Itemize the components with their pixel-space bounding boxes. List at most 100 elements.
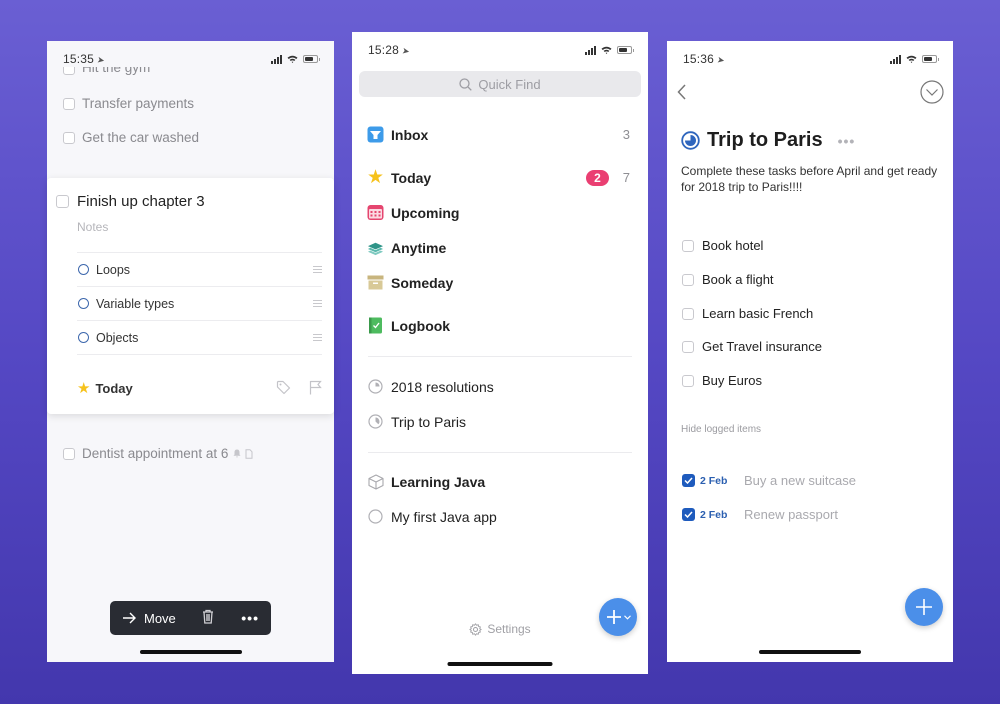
phone-task-editor: 15:35 ➤ Hit the gym Transfer payments Get… <box>47 41 334 662</box>
checklist-label: Variable types <box>96 296 175 311</box>
task-row[interactable]: Book a flight <box>682 272 774 287</box>
checkbox[interactable] <box>682 239 694 252</box>
sidebar-item-label: Anytime <box>391 239 447 256</box>
sidebar-item-project[interactable]: Trip to Paris <box>367 413 630 430</box>
checkbox[interactable] <box>682 273 694 286</box>
signal-icon <box>271 54 282 64</box>
checkmark-icon <box>684 511 693 518</box>
checked-checkbox[interactable] <box>682 474 695 487</box>
task-row[interactable]: Dentist appointment at 6 <box>63 446 253 461</box>
checkbox[interactable] <box>63 67 75 75</box>
phone-sidebar: 15:28 ➤ Quick Find Inbox 3 ★ Today 2 7 Up… <box>352 32 648 674</box>
sidebar-item-project[interactable]: My first Java app <box>367 508 630 525</box>
task-title-input[interactable]: Finish up chapter 3 <box>77 193 205 210</box>
sidebar-item-anytime[interactable]: Anytime <box>367 239 630 256</box>
task-title: Book a flight <box>702 272 774 287</box>
checkbox[interactable] <box>63 131 75 144</box>
drag-handle-icon[interactable] <box>313 266 322 273</box>
task-row[interactable]: Learn basic French <box>682 306 813 321</box>
project-title[interactable]: Trip to Paris <box>707 129 823 152</box>
star-icon: ★ <box>366 167 385 188</box>
trash-icon <box>202 609 213 624</box>
sidebar-item-label: My first Java app <box>391 508 497 525</box>
wifi-icon <box>287 55 298 63</box>
reminder-bell-icon <box>233 449 241 458</box>
task-row[interactable]: Transfer payments <box>63 96 194 111</box>
checkbox[interactable] <box>682 374 694 387</box>
expanded-task-header: Finish up chapter 3 <box>56 193 205 210</box>
sidebar-item-label: Inbox <box>391 126 429 143</box>
checkbox[interactable] <box>63 97 75 110</box>
project-notes[interactable]: Complete these tasks before April and ge… <box>681 163 941 195</box>
wifi-icon <box>906 55 917 63</box>
task-title: Get Travel insurance <box>702 339 822 354</box>
item-count: 3 <box>622 127 630 142</box>
sidebar-item-upcoming[interactable]: Upcoming <box>367 204 630 221</box>
more-button[interactable]: ••• <box>241 610 259 626</box>
drag-handle-icon[interactable] <box>313 334 322 341</box>
sidebar-item-inbox[interactable]: Inbox 3 <box>367 126 630 143</box>
battery-icon <box>922 55 939 63</box>
sidebar-item-logbook[interactable]: Logbook <box>367 317 630 334</box>
notes-field[interactable]: Notes <box>77 220 108 234</box>
hide-logged-items-button[interactable]: Hide logged items <box>681 424 761 435</box>
task-row-partial[interactable]: Hit the gym <box>63 67 150 75</box>
logged-date: 2 Feb <box>700 474 728 487</box>
item-count: 7 <box>622 170 630 185</box>
checkbox[interactable] <box>63 447 75 460</box>
task-row[interactable]: Book hotel <box>682 238 763 253</box>
checklist-circle-icon[interactable] <box>78 298 89 309</box>
calendar-icon <box>367 204 384 221</box>
checked-checkbox[interactable] <box>682 508 695 521</box>
star-icon: ★ <box>77 380 91 397</box>
checklist-circle-icon[interactable] <box>78 332 89 343</box>
phone-project-view: 15:36 ➤ Trip to Paris ••• Complete these … <box>667 41 953 662</box>
checkbox[interactable] <box>56 195 69 208</box>
task-title: Hit the gym <box>82 67 151 75</box>
task-title: Transfer payments <box>82 96 195 111</box>
sidebar-item-area[interactable]: Learning Java <box>367 473 630 490</box>
checklist-item[interactable]: Variable types <box>77 286 322 320</box>
status-time: 15:35 <box>63 52 95 66</box>
layers-icon <box>367 239 384 256</box>
task-row[interactable]: Get Travel insurance <box>682 339 822 354</box>
gear-icon <box>469 622 482 636</box>
task-actions <box>276 380 322 395</box>
home-indicator <box>759 650 861 654</box>
logged-task-row[interactable]: 2 Feb Renew passport <box>682 507 838 522</box>
quick-find-search[interactable]: Quick Find <box>359 71 641 97</box>
move-button[interactable]: Move <box>122 611 176 626</box>
checklist-item[interactable]: Loops <box>77 252 322 286</box>
more-icon: ••• <box>241 610 259 626</box>
add-button[interactable] <box>599 598 637 636</box>
project-header: Trip to Paris ••• <box>681 129 855 152</box>
signal-icon <box>585 45 596 55</box>
task-row[interactable]: Get the car washed <box>63 130 199 145</box>
logbook-icon <box>367 317 384 334</box>
tag-icon[interactable] <box>276 380 291 395</box>
note-icon <box>245 448 253 459</box>
checklist-circle-icon[interactable] <box>78 264 89 275</box>
task-row[interactable]: Buy Euros <box>682 373 762 388</box>
when-button[interactable]: ★ Today <box>77 381 133 396</box>
logged-date: 2 Feb <box>700 508 728 521</box>
more-icon[interactable]: ••• <box>838 133 856 149</box>
sidebar-item-someday[interactable]: Someday <box>367 274 630 291</box>
divider <box>77 354 322 355</box>
flag-icon[interactable] <box>309 380 322 395</box>
checklist-item[interactable]: Objects <box>77 320 322 354</box>
back-chevron-icon[interactable] <box>677 84 687 100</box>
move-label: Move <box>144 610 176 626</box>
logged-task-row[interactable]: 2 Feb Buy a new suitcase <box>682 473 856 488</box>
sidebar-item-label: Upcoming <box>391 204 460 221</box>
delete-button[interactable] <box>202 609 214 627</box>
checkbox[interactable] <box>682 307 694 320</box>
collapse-circle-icon[interactable] <box>920 80 944 104</box>
drag-handle-icon[interactable] <box>313 300 322 307</box>
add-task-button[interactable] <box>905 588 943 626</box>
settings-label: Settings <box>487 622 531 636</box>
sidebar-item-today[interactable]: ★ Today 2 7 <box>366 167 630 188</box>
search-placeholder: Quick Find <box>478 76 541 92</box>
checkbox[interactable] <box>682 340 694 353</box>
sidebar-item-project[interactable]: 2018 resolutions <box>367 378 630 395</box>
